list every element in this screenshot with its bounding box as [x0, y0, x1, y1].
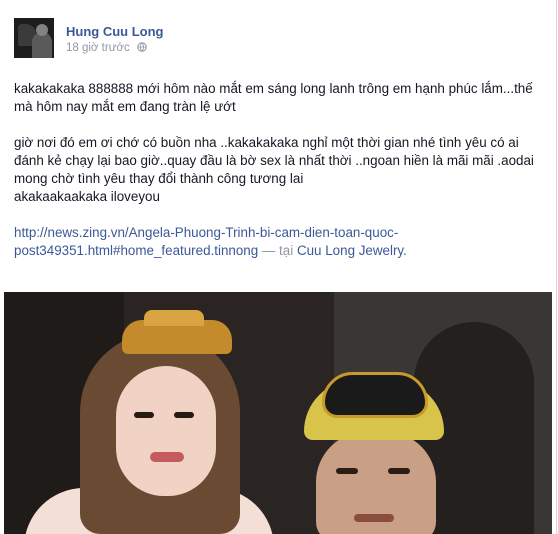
- post-body: kakakakaka 888888 mới hôm nào mắt em sán…: [14, 80, 544, 260]
- photo-person: [174, 412, 194, 418]
- post-photo[interactable]: [4, 292, 552, 534]
- post-paragraph: kakakakaka 888888 mới hôm nào mắt em sán…: [14, 81, 533, 114]
- location-link[interactable]: Cuu Long Jewelry.: [297, 243, 407, 258]
- photo-person: [134, 412, 154, 418]
- avatar[interactable]: [14, 18, 54, 58]
- photo-person: [388, 468, 410, 474]
- photo-crown: [144, 310, 204, 326]
- avatar-figure: [36, 24, 48, 36]
- post-timestamp[interactable]: 18 giờ trước: [66, 42, 130, 54]
- photo-person: [354, 514, 394, 522]
- photo-mask: [322, 372, 428, 418]
- post-meta: 18 giờ trước: [66, 42, 147, 54]
- author-name[interactable]: Hung Cuu Long: [66, 24, 163, 39]
- post-paragraph: giờ nơi đó em ơi chớ có buồn nha ..kakak…: [14, 134, 544, 206]
- photo-person: [336, 468, 358, 474]
- photo-person: [150, 452, 184, 462]
- post-link-line: http://news.zing.vn/Angela-Phuong-Trinh-…: [14, 224, 544, 260]
- photo-person: [116, 366, 216, 496]
- post-paragraph-line: giờ nơi đó em ơi chớ có buồn nha ..kakak…: [14, 135, 534, 186]
- globe-icon[interactable]: [137, 42, 147, 52]
- post-paragraph-line: akakaakaakaka iloveyou: [14, 189, 160, 204]
- post-card: Hung Cuu Long 18 giờ trước kakakakaka 88…: [0, 0, 557, 534]
- location-separator: — tại: [261, 243, 294, 258]
